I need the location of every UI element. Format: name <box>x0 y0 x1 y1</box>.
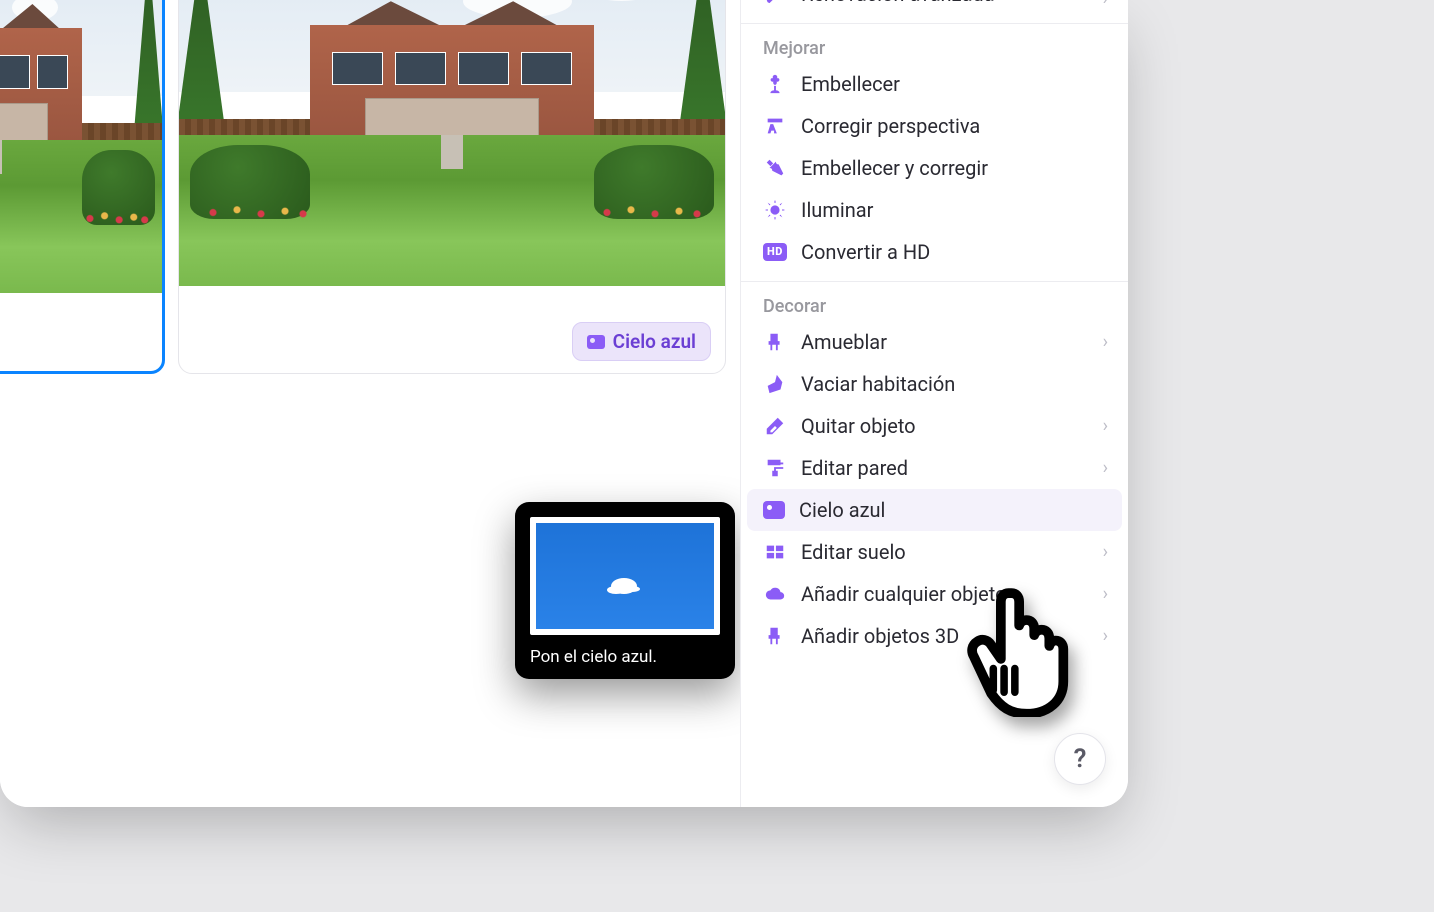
menu-item-suelo[interactable]: Editar suelo › <box>741 531 1128 573</box>
divider <box>741 23 1128 24</box>
menu-label: Corregir perspectiva <box>801 114 980 138</box>
sun-icon <box>763 198 787 222</box>
menu-label: Añadir cualquier objeto <box>801 582 1006 606</box>
menu-label: Convertir a HD <box>801 240 930 264</box>
divider <box>741 281 1128 282</box>
photo-icon <box>587 335 605 349</box>
menu-item-iluminar[interactable]: Iluminar <box>741 189 1128 231</box>
floor-tiles-icon <box>763 540 787 564</box>
menu-label: Quitar objeto <box>801 414 916 438</box>
chevron-right-icon: › <box>1103 0 1108 9</box>
applied-effect-badge: Cielo azul <box>572 322 711 361</box>
hd-badge-icon: HD <box>763 243 787 261</box>
menu-item-anadir-3d[interactable]: Añadir objetos 3D › <box>741 615 1128 657</box>
menu-item-embellecer[interactable]: Embellecer <box>741 63 1128 105</box>
house-garden-image <box>0 0 162 293</box>
chevron-right-icon: › <box>1103 626 1108 647</box>
blue-sky-preview-image <box>530 517 720 635</box>
image-result-card[interactable]: Cielo azul <box>178 0 726 374</box>
badge-label: Cielo azul <box>613 330 696 353</box>
menu-item-quitar[interactable]: Quitar objeto › <box>741 405 1128 447</box>
menu-item-perspectiva[interactable]: Corregir perspectiva <box>741 105 1128 147</box>
tooltip-text: Pon el cielo azul. <box>530 647 720 667</box>
menu-label: Iluminar <box>801 198 873 222</box>
chevron-right-icon: › <box>1103 542 1108 563</box>
chevron-right-icon: › <box>1103 458 1108 479</box>
menu-item-embellecer-corregir[interactable]: Embellecer y corregir <box>741 147 1128 189</box>
tools-icon <box>763 156 787 180</box>
ruler-icon <box>763 114 787 138</box>
menu-label: Cielo azul <box>799 498 885 522</box>
help-button[interactable]: ? <box>1054 733 1106 785</box>
flower-icon <box>763 72 787 96</box>
menu-item-amueblar[interactable]: Amueblar › <box>741 321 1128 363</box>
menu-item-anadir-objeto[interactable]: Añadir cualquier objeto › <box>741 573 1128 615</box>
menu-item-pared[interactable]: Editar pared › <box>741 447 1128 489</box>
menu-item-cielo-azul[interactable]: Cielo azul <box>747 489 1122 531</box>
section-label-mejorar: Mejorar <box>741 28 1128 63</box>
menu-label: Embellecer <box>801 72 900 96</box>
chevron-right-icon: › <box>1103 332 1108 353</box>
menu-label: Añadir objetos 3D <box>801 624 959 648</box>
eraser-icon <box>763 414 787 438</box>
menu-label: Amueblar <box>801 330 887 354</box>
section-label-decorar: Decorar <box>741 286 1128 321</box>
broom-icon <box>763 372 787 396</box>
image-thumbnail-selected[interactable] <box>0 0 165 374</box>
app-window: Cielo azul Pon el cielo azul. Renovación… <box>0 0 1128 807</box>
menu-label: Embellecer y corregir <box>801 156 988 180</box>
chevron-right-icon: › <box>1103 416 1108 437</box>
menu-label: Editar pared <box>801 456 908 480</box>
menu-label: Vaciar habitación <box>801 372 955 396</box>
menu-item-renovacion[interactable]: Renovación avanzada › <box>741 0 1128 15</box>
preview-tooltip: Pon el cielo azul. <box>515 502 735 679</box>
menu-label: Renovación avanzada <box>801 0 995 6</box>
chevron-right-icon: › <box>1103 584 1108 605</box>
chair-icon <box>763 624 787 648</box>
menu-item-vaciar[interactable]: Vaciar habitación <box>741 363 1128 405</box>
cloud-plus-icon <box>763 582 787 606</box>
canvas-area: Cielo azul Pon el cielo azul. <box>0 0 740 807</box>
menu-label: Editar suelo <box>801 540 906 564</box>
photo-icon <box>763 501 785 519</box>
tools-panel: Renovación avanzada › Mejorar Embellecer… <box>740 0 1128 807</box>
paint-roller-icon <box>763 456 787 480</box>
menu-item-hd[interactable]: HD Convertir a HD <box>741 231 1128 273</box>
house-garden-image <box>179 0 725 286</box>
wrench-icon <box>763 0 787 6</box>
help-label: ? <box>1074 744 1087 774</box>
chair-icon <box>763 330 787 354</box>
